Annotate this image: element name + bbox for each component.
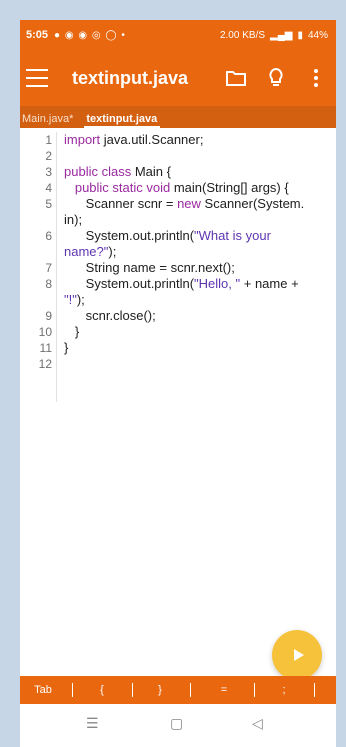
signal-icon: ▂▄▆	[270, 29, 293, 41]
battery-level: 44%	[307, 29, 328, 41]
key-tab[interactable]: Tab	[28, 676, 58, 704]
key-equals[interactable]: =	[212, 676, 236, 704]
file-tabs: Main.java* textinput.java	[20, 106, 336, 128]
folder-icon[interactable]	[216, 58, 256, 98]
battery-icon: ▮	[297, 29, 303, 41]
key-semicolon[interactable]: ;	[272, 676, 296, 704]
run-button[interactable]	[272, 630, 322, 680]
page-title: textinput.java	[72, 67, 189, 88]
menu-icon[interactable]	[26, 69, 48, 87]
tab-textinput-java[interactable]: textinput.java	[84, 113, 161, 128]
key-open-brace[interactable]: {	[90, 676, 114, 704]
key-close-brace[interactable]: }	[148, 676, 172, 704]
notification-icons: ● ◉ ◉ ◎ ◯ •	[54, 29, 126, 41]
tab-main-java[interactable]: Main.java*	[20, 113, 76, 128]
lightbulb-icon[interactable]	[256, 58, 296, 98]
status-bar: 5:05 ● ◉ ◉ ◎ ◯ • 2.00 KB/S ▂▄▆ ▮ 44%	[20, 20, 336, 50]
play-icon	[293, 649, 304, 661]
status-time: 5:05	[26, 29, 49, 41]
more-options-icon[interactable]	[296, 58, 336, 98]
app-bar-actions	[216, 50, 336, 106]
app-bar: textinput.java	[20, 50, 336, 106]
recent-apps-icon[interactable]: ☰	[86, 715, 99, 732]
home-icon[interactable]: ▢	[170, 715, 183, 732]
status-right: 2.00 KB/S ▂▄▆ ▮ 44%	[220, 30, 328, 41]
symbol-keys-bar: Tab { } = ;	[20, 676, 336, 704]
code-editor[interactable]: 1 import java.util.Scanner; 2 3 public cla…	[20, 132, 336, 692]
back-icon[interactable]: ◁	[252, 715, 263, 732]
phone-screen: 5:05 ● ◉ ◉ ◎ ◯ • 2.00 KB/S ▂▄▆ ▮ 44% tex…	[20, 20, 336, 747]
system-nav-bar: ☰ ▢ ◁	[20, 704, 336, 747]
network-speed: 2.00 KB/S	[219, 29, 265, 41]
